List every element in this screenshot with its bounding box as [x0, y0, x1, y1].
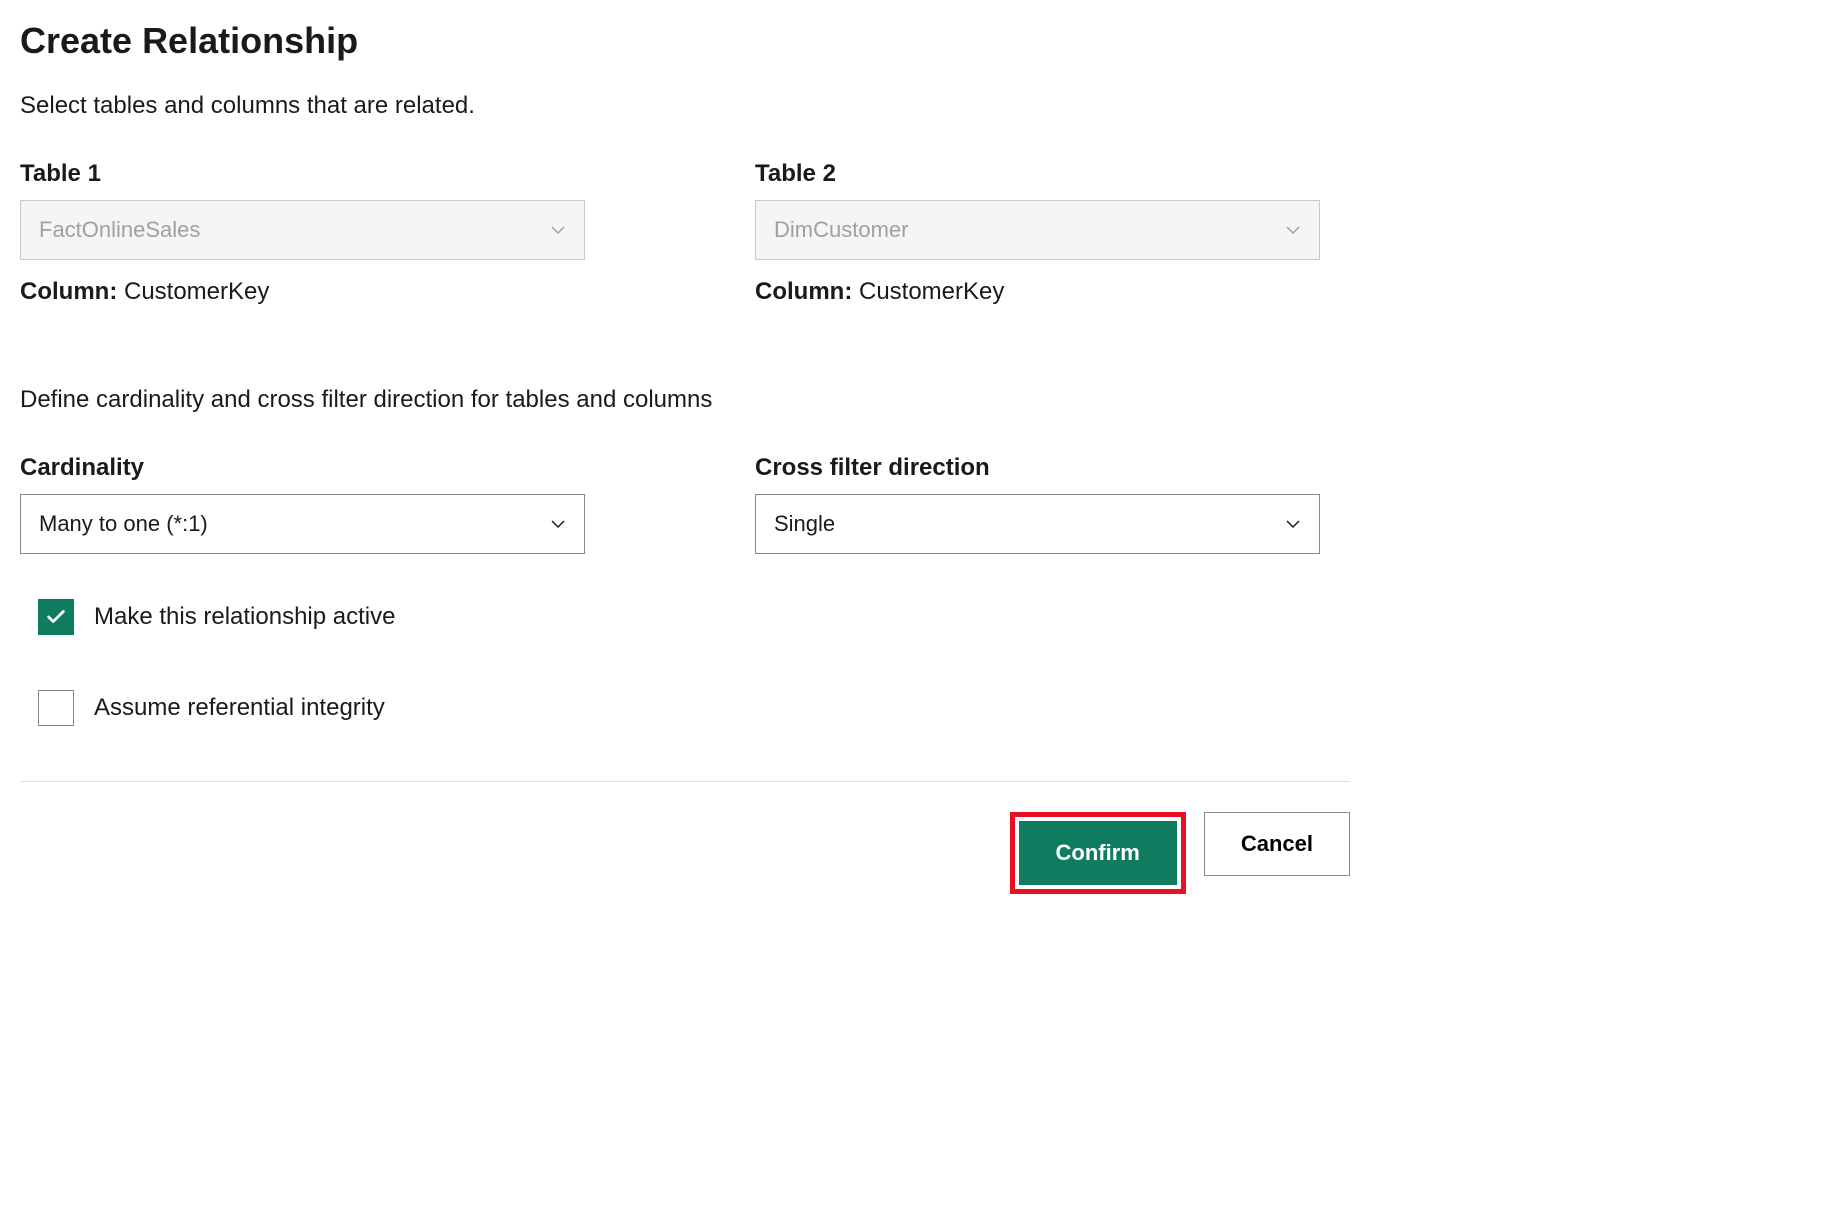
active-checkbox-label: Make this relationship active [94, 603, 395, 631]
dialog-title: Create Relationship [20, 20, 1350, 62]
cardinality-section: Cardinality Many to one (*:1) [20, 454, 585, 554]
cardinality-section-text: Define cardinality and cross filter dire… [20, 386, 1350, 414]
dialog-footer: Confirm Cancel [20, 781, 1350, 894]
check-icon [45, 606, 67, 628]
chevron-down-icon [550, 222, 566, 238]
table1-column-value: CustomerKey [124, 278, 269, 305]
active-checkbox-row: Make this relationship active [38, 599, 1350, 635]
chevron-down-icon [1285, 222, 1301, 238]
table2-value: DimCustomer [774, 217, 908, 243]
integrity-checkbox-label: Assume referential integrity [94, 694, 385, 722]
cancel-button[interactable]: Cancel [1204, 812, 1350, 876]
cross-filter-section: Cross filter direction Single [755, 454, 1320, 554]
confirm-button[interactable]: Confirm [1019, 821, 1177, 885]
table2-column-label: Column: [755, 278, 852, 305]
table2-column-value: CustomerKey [859, 278, 1004, 305]
dialog-subtitle: Select tables and columns that are relat… [20, 92, 1350, 120]
table1-select[interactable]: FactOnlineSales [20, 200, 585, 260]
cross-filter-select[interactable]: Single [755, 494, 1320, 554]
cross-filter-value: Single [774, 511, 835, 537]
cardinality-value: Many to one (*:1) [39, 511, 208, 537]
confirm-highlight: Confirm [1010, 812, 1186, 894]
table2-select[interactable]: DimCustomer [755, 200, 1320, 260]
chevron-down-icon [550, 516, 566, 532]
cross-filter-label: Cross filter direction [755, 454, 1320, 482]
table1-label: Table 1 [20, 160, 585, 188]
table1-value: FactOnlineSales [39, 217, 200, 243]
integrity-checkbox-row: Assume referential integrity [38, 690, 1350, 726]
chevron-down-icon [1285, 516, 1301, 532]
create-relationship-dialog: Create Relationship Select tables and co… [20, 20, 1350, 894]
active-checkbox[interactable] [38, 599, 74, 635]
settings-row: Cardinality Many to one (*:1) Cross filt… [20, 454, 1350, 554]
table2-label: Table 2 [755, 160, 1320, 188]
tables-row: Table 1 FactOnlineSales Column: Customer… [20, 160, 1350, 366]
cardinality-select[interactable]: Many to one (*:1) [20, 494, 585, 554]
cardinality-label: Cardinality [20, 454, 585, 482]
table2-column-row: Column: CustomerKey [755, 278, 1320, 306]
table1-column-label: Column: [20, 278, 117, 305]
table1-column-row: Column: CustomerKey [20, 278, 585, 306]
table2-section: Table 2 DimCustomer Column: CustomerKey [755, 160, 1320, 366]
table1-section: Table 1 FactOnlineSales Column: Customer… [20, 160, 585, 366]
integrity-checkbox[interactable] [38, 690, 74, 726]
